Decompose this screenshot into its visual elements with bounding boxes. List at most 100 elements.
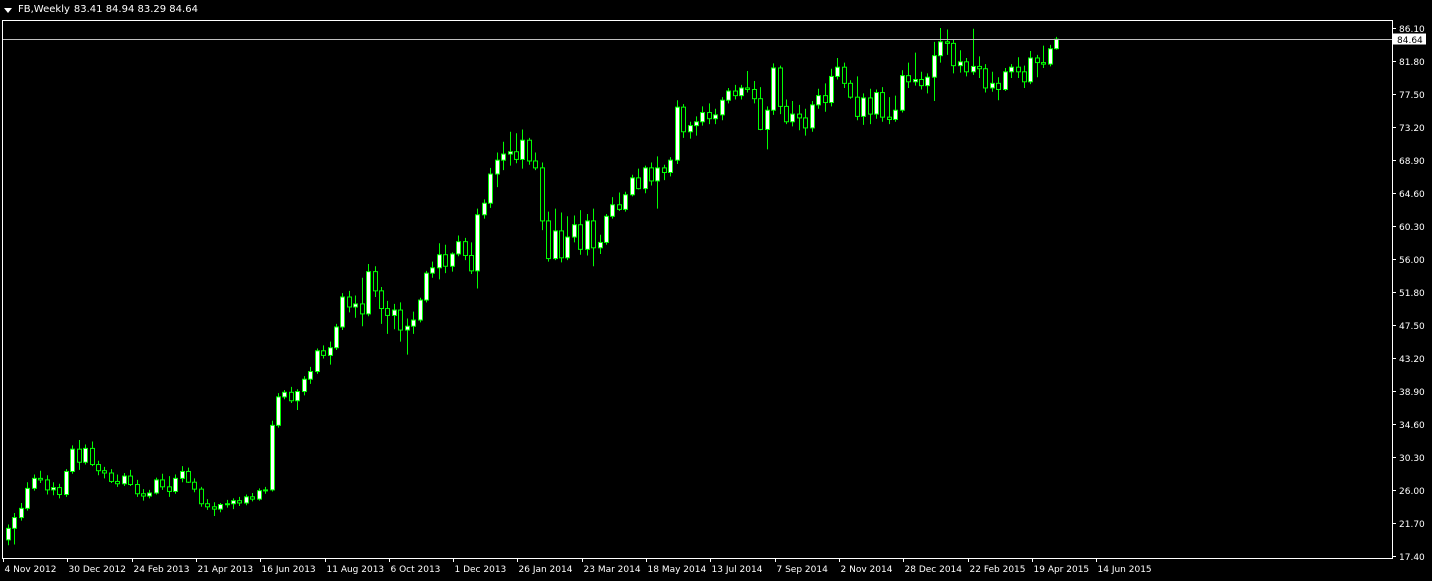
candle-body: [977, 65, 982, 70]
candle-body: [276, 396, 281, 426]
candle-body: [565, 236, 570, 259]
candle-body: [1035, 57, 1040, 64]
candle-body: [823, 95, 828, 104]
candle-body: [591, 220, 596, 249]
candle-body: [231, 500, 236, 505]
candle-body: [147, 492, 152, 497]
candle-body: [835, 66, 840, 77]
candle-body: [488, 173, 493, 204]
candle-body: [360, 303, 365, 315]
x-tick-label: 30 Dec 2012: [69, 565, 127, 575]
candle-body: [540, 167, 545, 222]
candle-body: [958, 61, 963, 67]
candle-body: [855, 96, 860, 117]
candle-body: [437, 254, 442, 269]
candle-body: [713, 114, 718, 120]
chart-window[interactable]: 84.64 86.10 81.80 77.50 73.20 68.90 64.60 60.3…: [0, 0, 1432, 577]
x-tick-label: 1 Dec 2013: [455, 565, 507, 575]
candle-body: [270, 424, 275, 491]
x-tick-label: 2 Nov 2014: [841, 565, 893, 575]
candle-body: [662, 167, 667, 173]
candle-body: [694, 121, 699, 127]
x-tick-label: 22 Feb 2015: [970, 565, 1026, 575]
candle-body: [90, 447, 95, 466]
candle-body: [334, 326, 339, 349]
candle-body: [250, 496, 255, 500]
candle-body: [366, 271, 371, 315]
candle-body: [405, 325, 410, 331]
candle-body: [996, 82, 1001, 90]
y-tick-label: 68.90: [1399, 157, 1425, 167]
candle-body: [527, 139, 532, 162]
candle-body: [115, 480, 120, 485]
chart-frame: [2, 20, 1393, 559]
symbol-info[interactable]: FB,Weekly 83.41 84.94 83.29 84.64: [4, 3, 198, 17]
candle-body: [720, 99, 725, 116]
candle-body: [385, 308, 390, 316]
candle-body: [630, 177, 635, 196]
candle-body: [681, 106, 686, 133]
candle-body: [199, 488, 204, 505]
y-tick-label: 77.50: [1399, 91, 1425, 101]
candle-body: [302, 378, 307, 393]
candle-body: [617, 204, 622, 210]
candle-body: [237, 500, 242, 504]
candle-body: [180, 470, 185, 479]
candle-body: [392, 309, 397, 316]
x-tick-label: 11 Aug 2013: [327, 565, 385, 575]
candle-body: [810, 104, 815, 129]
y-tick-label: 51.80: [1399, 289, 1425, 299]
candle-body: [932, 55, 937, 78]
candle-body: [906, 75, 911, 83]
y-tick-label: 86.10: [1399, 25, 1425, 35]
candle-body: [430, 267, 435, 274]
candle-body: [887, 116, 892, 120]
dropdown-triangle-icon[interactable]: [4, 7, 12, 13]
candle-body: [186, 470, 191, 483]
x-tick-label: 28 Dec 2014: [905, 565, 963, 575]
candle-body: [96, 464, 101, 472]
candle-body: [559, 230, 564, 259]
candle-body: [951, 42, 956, 67]
candle-body: [533, 160, 538, 169]
candle-body: [32, 477, 37, 489]
candle-body: [861, 97, 866, 117]
candle-body: [263, 489, 268, 492]
candle-body: [1022, 71, 1027, 83]
candle-body: [925, 76, 930, 87]
candle-body: [655, 167, 660, 182]
x-tick-label: 7 Sep 2014: [777, 565, 829, 575]
candle-body: [244, 496, 249, 504]
candle-body: [321, 350, 326, 356]
candle-body: [1016, 66, 1021, 73]
candle-body: [212, 506, 217, 510]
symbol-label: FB,Weekly: [18, 4, 70, 15]
candlestick-chart[interactable]: 84.64 86.10 81.80 77.50 73.20 68.90 64.60 60.3…: [0, 0, 1432, 577]
candle-body: [192, 481, 197, 490]
candle-body: [848, 82, 853, 98]
y-tick-label: 47.50: [1399, 322, 1425, 332]
candle-body: [122, 475, 127, 485]
candle-body: [135, 484, 140, 495]
candle-body: [418, 299, 423, 321]
candle-body: [604, 215, 609, 243]
candle-body: [456, 241, 461, 255]
x-tick-label: 14 Jun 2015: [1098, 565, 1152, 575]
y-tick-label: 81.80: [1399, 58, 1425, 68]
candle-body: [520, 139, 525, 160]
candle-body: [553, 230, 558, 260]
candle-body: [205, 503, 210, 508]
candle-body: [282, 391, 287, 398]
candle-body: [797, 113, 802, 119]
x-tick-label: 26 Jan 2014: [519, 565, 573, 575]
candle-body: [816, 95, 821, 106]
ohlc-readout: 83.41 84.94 83.29 84.64: [73, 4, 198, 15]
candle-body: [77, 448, 82, 463]
candle-body: [688, 125, 693, 133]
candle-body: [64, 470, 69, 496]
candle-body: [1041, 62, 1046, 65]
candle-body: [514, 151, 519, 160]
candle-body: [173, 477, 178, 492]
candle-body: [829, 75, 834, 104]
candle-body: [1028, 57, 1033, 83]
